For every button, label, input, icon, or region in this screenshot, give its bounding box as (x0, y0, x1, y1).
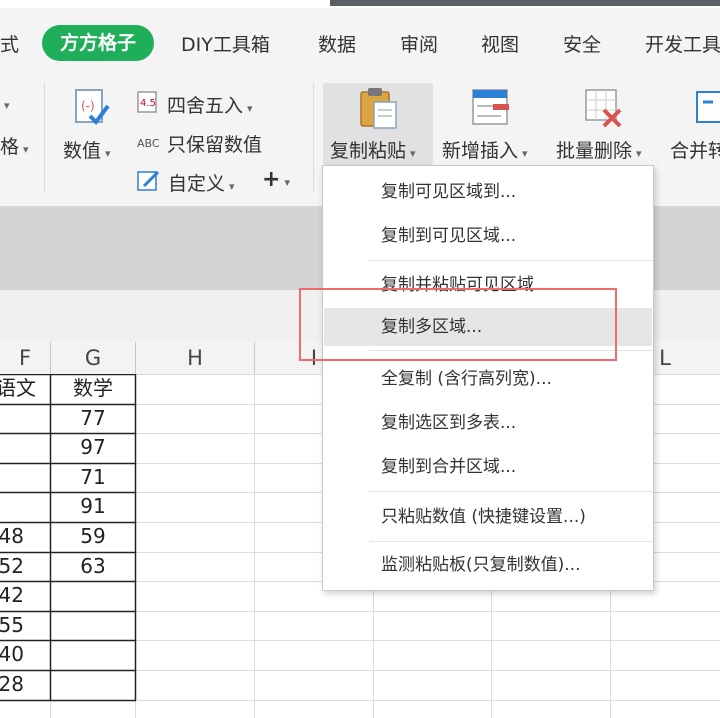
ribbon-left-caret[interactable]: ▾ (0, 92, 10, 114)
table-cell-g[interactable]: 91 (51, 492, 135, 521)
svg-text:4.5: 4.5 (140, 98, 156, 109)
table-cell-g[interactable] (51, 581, 135, 610)
ribbon-left-label: 格 (0, 136, 20, 158)
table-cell-g[interactable]: 59 (51, 522, 135, 551)
svg-text:(-): (-) (81, 99, 95, 113)
table-cell-f[interactable]: 42 (0, 581, 50, 610)
menu-tab-view[interactable]: 视图 (481, 30, 519, 57)
table-cell-g[interactable]: 63 (51, 552, 135, 581)
table-cell-f[interactable] (0, 463, 50, 492)
clipboard-icon (357, 86, 401, 134)
custom-button-label: 自定义 (168, 173, 226, 195)
column-header-f[interactable]: F (0, 342, 50, 374)
table-cell-f[interactable]: 40 (0, 640, 50, 669)
menu-item-copy-to-merged[interactable]: 复制到合并区域... (324, 448, 652, 486)
column-header-g[interactable]: G (51, 342, 135, 374)
table-cell-f[interactable]: 28 (0, 670, 50, 699)
table-cell-g[interactable] (51, 670, 135, 699)
menu-tab-fangfanggezi[interactable]: 方方格子 (42, 25, 154, 61)
merge-button[interactable]: 合并转 (670, 136, 720, 163)
batch-delete-button[interactable]: 批量删除 ▾ (556, 136, 642, 163)
insert-button[interactable]: 新增插入 ▾ (442, 136, 528, 163)
window-top-strip (0, 0, 720, 8)
cell-g1[interactable]: 数学 (51, 374, 135, 403)
value-button-label: 数值 (63, 140, 102, 162)
menu-tab-data[interactable]: 数据 (318, 30, 356, 57)
plus-icon: + (262, 167, 281, 192)
ribbon-divider (44, 82, 45, 192)
menu-item-copy-to-multi-sheets[interactable]: 复制选区到多表... (324, 404, 652, 442)
menu-tab-partial[interactable]: 式 (0, 30, 19, 57)
table-cell-f[interactable] (0, 404, 50, 433)
menu-separator (369, 260, 653, 261)
highlight-box (299, 288, 617, 361)
copy-paste-dropdown: 复制可见区域到... 复制到可见区域... 复制并粘贴可见区域... 复制多区域… (322, 165, 654, 591)
insert-icon (471, 88, 513, 132)
menu-item-paste-values-only[interactable]: 只粘贴数值 (快捷键设置...) (324, 498, 652, 536)
table-cell-g[interactable] (51, 611, 135, 640)
batch-delete-label: 批量删除 (556, 140, 633, 162)
menu-separator (369, 491, 653, 492)
custom-icon (136, 168, 162, 198)
menu-tab-developer[interactable]: 开发工具 (645, 30, 720, 57)
ribbon-left-button[interactable]: 格 ▾ (0, 132, 29, 159)
column-header-h[interactable]: H (136, 342, 254, 374)
menu-item-copy-to-visible[interactable]: 复制到可见区域... (324, 217, 652, 255)
add-button[interactable]: + ▾ (262, 167, 290, 192)
table-cell-f[interactable] (0, 433, 50, 462)
table-cell-g[interactable]: 77 (51, 404, 135, 433)
table-cell-g[interactable]: 97 (51, 433, 135, 462)
round-button[interactable]: 四舍五入 ▾ (167, 91, 253, 118)
menu-item-monitor-clipboard[interactable]: 监测粘贴板(只复制数值)... (324, 546, 652, 584)
table-cell-f[interactable]: 52 (0, 552, 50, 581)
menu-bar: 式 方方格子 DIY工具箱 数据 审阅 视图 安全 开发工具 (0, 8, 720, 74)
custom-button[interactable]: 自定义 ▾ (168, 169, 235, 196)
abc-icon: ABC (136, 132, 162, 158)
table-cell-g[interactable] (51, 640, 135, 669)
menu-tab-diy[interactable]: DIY工具箱 (181, 30, 270, 57)
merge-icon (695, 88, 720, 132)
cell-f1[interactable]: 语文 (0, 374, 50, 403)
menu-item-copy-all[interactable]: 全复制 (含行高列宽)... (324, 360, 652, 398)
menu-separator (369, 541, 653, 542)
batch-delete-icon (584, 88, 626, 132)
table-cell-f[interactable]: 55 (0, 611, 50, 640)
window-title-bar (330, 0, 720, 6)
table-cell-f[interactable] (0, 492, 50, 521)
value-icon: (-) (72, 88, 112, 132)
table-cell-f[interactable]: 48 (0, 522, 50, 551)
value-button[interactable]: 数值 ▾ (63, 136, 111, 163)
round-icon: 4.5 (136, 90, 160, 118)
keep-value-button[interactable]: 只保留数值 (167, 130, 262, 157)
insert-button-label: 新增插入 (442, 140, 519, 162)
copy-paste-label: 复制粘贴 (330, 140, 407, 162)
ribbon-divider (313, 82, 314, 192)
table-cell-g[interactable]: 71 (51, 463, 135, 492)
copy-paste-button[interactable]: 复制粘贴 ▾ (330, 136, 416, 163)
menu-tab-security[interactable]: 安全 (563, 30, 601, 57)
svg-text:ABC: ABC (137, 137, 160, 150)
round-button-label: 四舍五入 (167, 95, 244, 117)
menu-item-copy-visible-to[interactable]: 复制可见区域到... (324, 173, 652, 211)
menu-tab-review[interactable]: 审阅 (400, 30, 438, 57)
